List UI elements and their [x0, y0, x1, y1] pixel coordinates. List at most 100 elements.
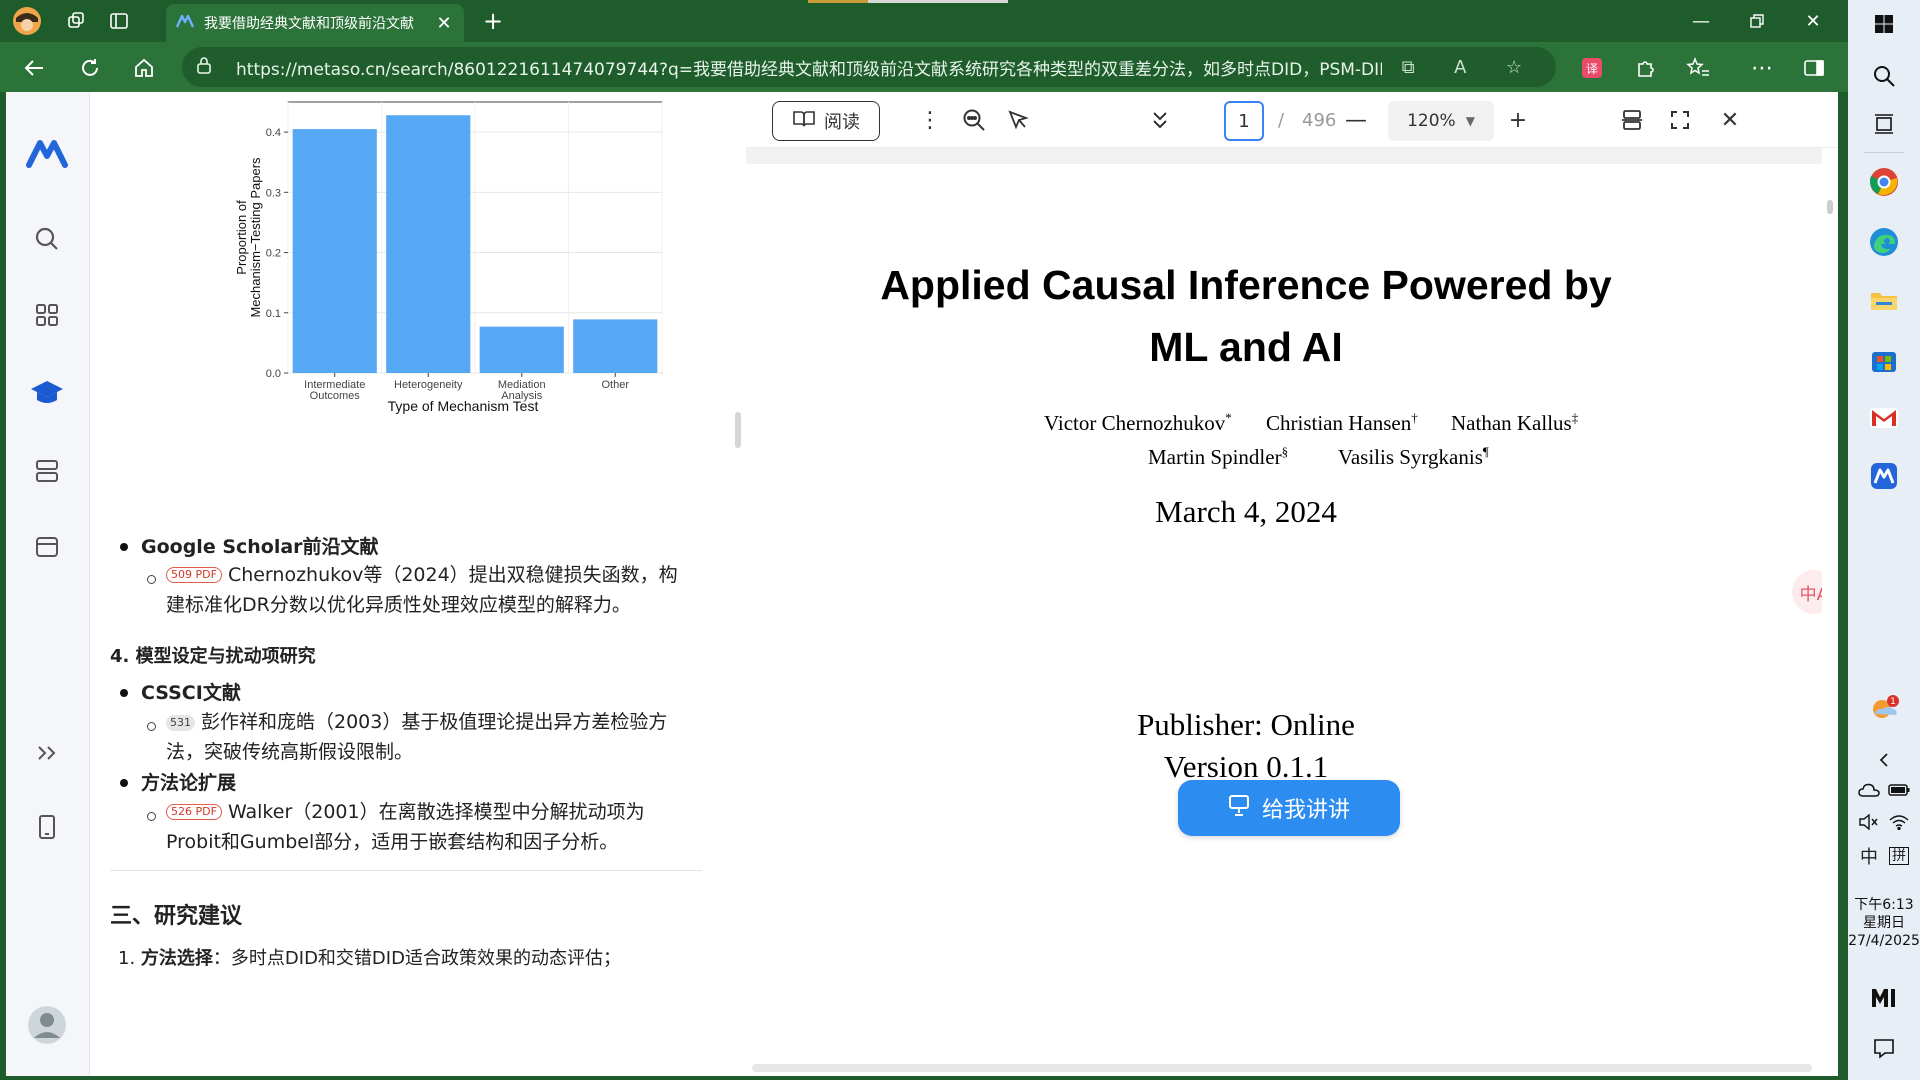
- lock-icon[interactable]: [196, 56, 220, 79]
- page-number-input[interactable]: 1: [1224, 101, 1264, 141]
- close-window-button[interactable]: ✕: [1786, 4, 1840, 38]
- clock-date[interactable]: 27/4/2025: [1848, 932, 1920, 950]
- taskbar-search-icon[interactable]: [1866, 58, 1902, 94]
- tab-title: 我要借助经典文献和顶级前沿文献: [204, 16, 414, 32]
- list-item: 526 PDF Walker（2001）在离散选择模型中分解扰动项为: [166, 795, 645, 829]
- sidebar-toggle-icon[interactable]: [1798, 52, 1830, 84]
- book-icon: [792, 110, 816, 133]
- divider: [110, 870, 702, 871]
- window-panel-icon[interactable]: [24, 524, 70, 570]
- battery-icon[interactable]: [1886, 772, 1912, 808]
- tab-close-icon[interactable]: ✕: [434, 13, 454, 34]
- y-axis-label: Mechanism−Testing Papers: [248, 157, 263, 318]
- profile-avatar-icon[interactable]: [12, 6, 42, 36]
- weather-notification-icon[interactable]: 1: [1866, 690, 1902, 726]
- page-total: 496: [1302, 110, 1337, 131]
- list-item-cont: 建标准化DR分数以优化异质性处理效应模型的解释力。: [166, 594, 631, 616]
- zoom-out-icon[interactable]: —: [1340, 104, 1372, 136]
- library-stack-icon[interactable]: [24, 448, 70, 494]
- citation-count-badge[interactable]: 531: [166, 715, 195, 731]
- answer-panel: 0.0 0.1 0.2 0.3 0.4 Intermediate Outcomes Heter…: [90, 92, 730, 1076]
- active-tab[interactable]: 我要借助经典文献和顶级前沿文献 ✕: [166, 4, 464, 42]
- user-avatar[interactable]: [24, 1002, 70, 1048]
- bar: [573, 319, 658, 373]
- zoom-in-icon[interactable]: +: [1502, 104, 1534, 136]
- caret-down-icon: ▼: [1465, 114, 1475, 128]
- y-axis-label: Proportion of: [234, 200, 249, 275]
- open-in-app-icon[interactable]: ⧉: [1402, 57, 1415, 78]
- more-vertical-icon[interactable]: ⋮: [914, 104, 946, 136]
- translate-extension-icon[interactable]: 译: [1576, 52, 1608, 84]
- pdf-citation-tag[interactable]: 509 PDF: [166, 567, 222, 583]
- apps-grid-icon[interactable]: [24, 292, 70, 338]
- file-explorer-icon[interactable]: [1866, 282, 1902, 318]
- sub-bullet: [147, 575, 156, 584]
- close-pdf-icon[interactable]: ✕: [1714, 104, 1746, 136]
- author: Martin Spindler§: [1148, 444, 1289, 469]
- mobile-app-icon[interactable]: [24, 804, 70, 850]
- explain-button[interactable]: 给我讲讲: [1178, 780, 1400, 836]
- metaso-tab-icon: [175, 14, 195, 32]
- scroll-down-icon[interactable]: [1144, 104, 1176, 136]
- clock-time[interactable]: 下午6:13: [1848, 896, 1920, 914]
- address-bar[interactable]: https://metaso.cn/search/860122161147407…: [182, 47, 1556, 87]
- wifi-icon[interactable]: [1886, 804, 1912, 840]
- read-aloud-icon[interactable]: A: [1454, 57, 1466, 78]
- list-item-cont: Probit和Gumbel部分，适用于嵌套结构和因子分析。: [166, 831, 619, 853]
- bar: [292, 129, 377, 373]
- sub-bullet: [147, 722, 156, 731]
- page-layout-icon[interactable]: [1616, 104, 1648, 136]
- more-menu-icon[interactable]: ⋯: [1746, 52, 1778, 84]
- nav-bar: https://metaso.cn/search/860122161147407…: [0, 42, 1848, 92]
- y-tick-label: 0.1: [266, 308, 281, 320]
- refresh-icon[interactable]: [74, 52, 106, 84]
- copilot-icon[interactable]: [1866, 980, 1902, 1016]
- heading-research-suggestions: 三、研究建议: [110, 904, 243, 929]
- restore-button[interactable]: [1730, 4, 1784, 38]
- panel-splitter[interactable]: [730, 92, 746, 1076]
- favorite-star-icon[interactable]: ☆: [1506, 57, 1522, 78]
- workspaces-icon[interactable]: [62, 6, 92, 36]
- read-mode-button[interactable]: 阅读: [772, 101, 880, 141]
- edge-app-icon[interactable]: [1866, 224, 1902, 260]
- favorites-icon[interactable]: [1682, 52, 1714, 84]
- gmail-app-icon[interactable]: [1866, 400, 1902, 436]
- chrome-app-icon[interactable]: [1866, 164, 1902, 200]
- select-cursor-icon[interactable]: [1002, 104, 1034, 136]
- pdf-toolbar: 阅读 ⋮ 1 / 496 — 120% ▼ + ✕: [746, 92, 1838, 148]
- x-tick-label: Outcomes: [310, 390, 361, 402]
- onedrive-cloud-icon[interactable]: [1856, 772, 1882, 808]
- sub-bullet: [147, 812, 156, 821]
- microsoft-store-icon[interactable]: [1866, 342, 1902, 378]
- metaso-app-icon[interactable]: [1866, 458, 1902, 494]
- ime-language[interactable]: 中: [1854, 838, 1884, 874]
- notifications-icon[interactable]: [1866, 1030, 1902, 1066]
- pdf-horizontal-scrollbar[interactable]: [752, 1064, 1812, 1072]
- url-text[interactable]: https://metaso.cn/search/860122161147407…: [236, 55, 1382, 80]
- fullscreen-icon[interactable]: [1664, 104, 1696, 136]
- windows-taskbar: 1 中 拼 下午6:13 星期日 27/4/2025: [1848, 0, 1920, 1080]
- metaso-logo-icon[interactable]: [24, 130, 70, 176]
- home-icon[interactable]: [128, 52, 160, 84]
- new-tab-button[interactable]: +: [478, 6, 508, 36]
- academic-cap-icon[interactable]: [24, 370, 70, 416]
- ime-mode[interactable]: 拼: [1884, 838, 1914, 874]
- list-item: 531 彭作祥和庞皓（2003）基于极值理论提出异方差检验方: [166, 705, 667, 739]
- search-icon[interactable]: [24, 216, 70, 262]
- heading-model-setting: 4. 模型设定与扰动项研究: [110, 646, 316, 667]
- start-windows-icon[interactable]: [1866, 6, 1902, 42]
- volume-muted-icon[interactable]: [1856, 804, 1882, 840]
- vertical-tabs-icon[interactable]: [104, 6, 134, 36]
- expand-chevrons-icon[interactable]: [24, 730, 70, 776]
- minimize-button[interactable]: —: [1674, 4, 1728, 38]
- pdf-citation-tag[interactable]: 526 PDF: [166, 804, 222, 820]
- search-doc-icon[interactable]: [958, 104, 990, 136]
- bullet: [120, 543, 128, 551]
- clock-weekday[interactable]: 星期日: [1848, 914, 1920, 932]
- task-view-icon[interactable]: [1866, 106, 1902, 142]
- y-tick-label: 0.2: [266, 248, 281, 260]
- pdf-vertical-scrollbar[interactable]: [1822, 148, 1838, 1076]
- zoom-select[interactable]: 120% ▼: [1388, 101, 1494, 141]
- back-icon[interactable]: [18, 52, 50, 84]
- extensions-puzzle-icon[interactable]: [1630, 52, 1662, 84]
